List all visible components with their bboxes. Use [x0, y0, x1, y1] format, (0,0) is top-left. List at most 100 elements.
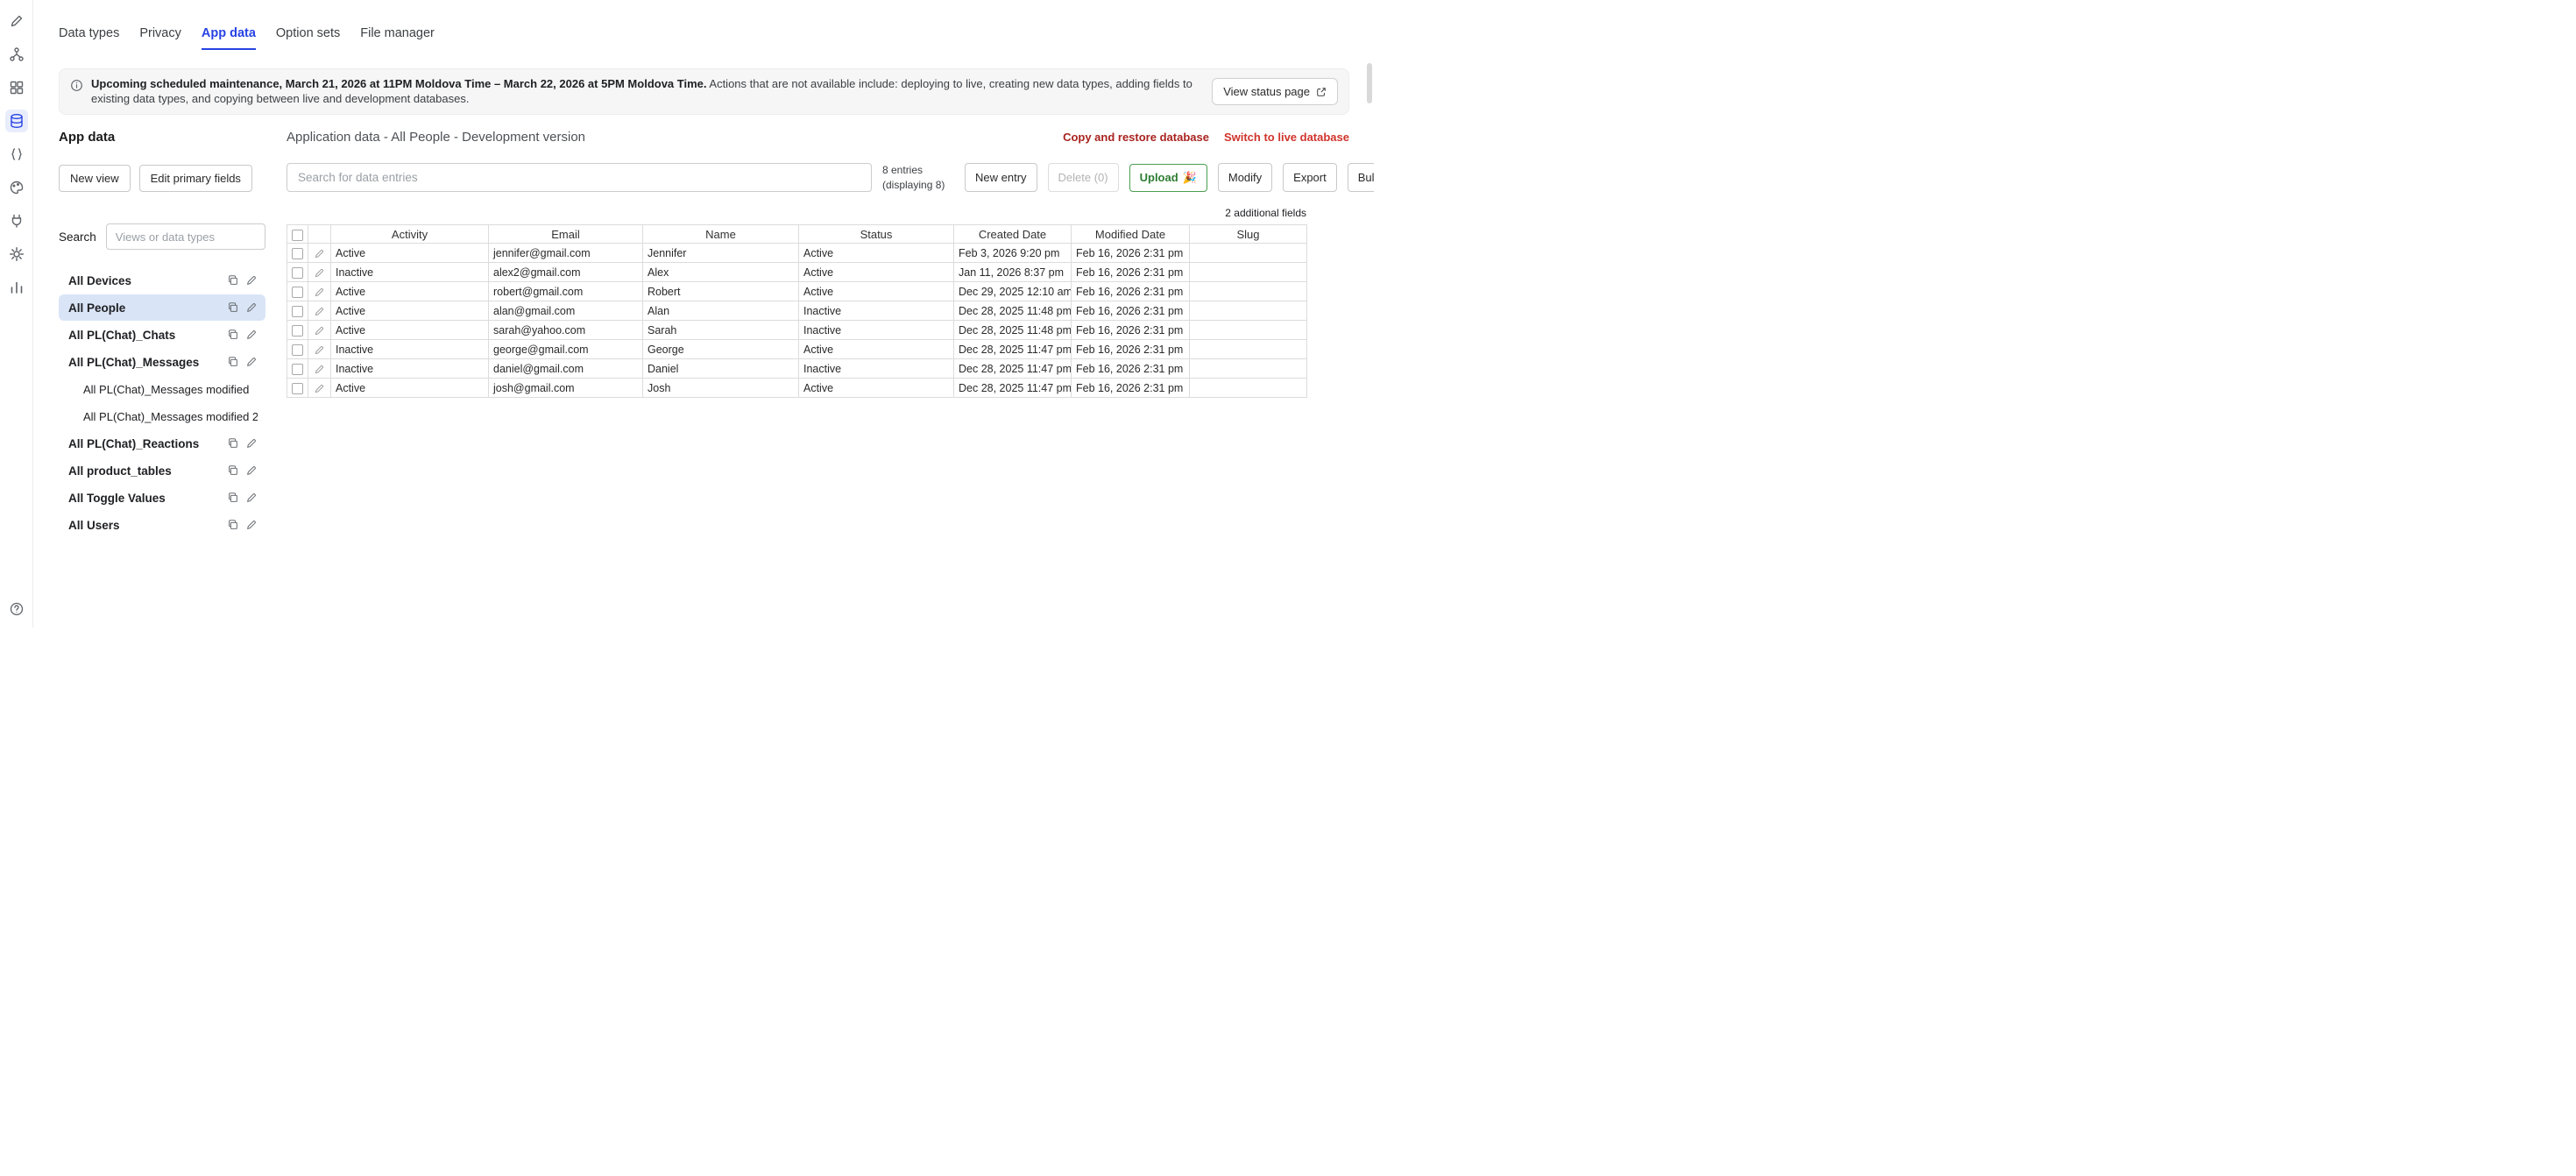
- copy-view-icon[interactable]: [227, 301, 239, 314]
- cell-created-date[interactable]: Dec 28, 2025 11:48 pm: [954, 301, 1072, 321]
- cell-email[interactable]: daniel@gmail.com: [489, 359, 643, 379]
- sidebar-view-all-devices[interactable]: All Devices: [59, 267, 265, 294]
- cell-activity[interactable]: Inactive: [331, 359, 489, 379]
- edit-row-icon[interactable]: [314, 344, 325, 356]
- copy-view-icon[interactable]: [227, 437, 239, 450]
- sidebar-view-all-toggle-values[interactable]: All Toggle Values: [59, 485, 265, 511]
- cell-created-date[interactable]: Dec 28, 2025 11:47 pm: [954, 340, 1072, 359]
- copy-view-icon[interactable]: [227, 492, 239, 504]
- copy-restore-database-link[interactable]: Copy and restore database: [1063, 131, 1209, 144]
- cell-activity[interactable]: Inactive: [331, 263, 489, 282]
- cell-created-date[interactable]: Dec 28, 2025 11:48 pm: [954, 321, 1072, 340]
- export-button[interactable]: Export: [1283, 163, 1337, 192]
- cell-created-date[interactable]: Feb 3, 2026 9:20 pm: [954, 244, 1072, 263]
- tab-option-sets[interactable]: Option sets: [276, 26, 340, 50]
- edit-view-icon[interactable]: [245, 519, 258, 531]
- row-checkbox[interactable]: [292, 364, 303, 375]
- scrollbar[interactable]: [1367, 63, 1372, 103]
- data-icon[interactable]: [5, 110, 28, 132]
- cell-slug[interactable]: [1190, 321, 1307, 340]
- cell-name[interactable]: Alex: [643, 263, 799, 282]
- cell-modified-date[interactable]: Feb 16, 2026 2:31 pm: [1072, 244, 1190, 263]
- code-icon[interactable]: [5, 143, 28, 166]
- edit-view-icon[interactable]: [245, 492, 258, 504]
- sidebar-view-all-pl-chat-reactions[interactable]: All PL(Chat)_Reactions: [59, 430, 265, 457]
- row-checkbox[interactable]: [292, 306, 303, 317]
- row-checkbox[interactable]: [292, 248, 303, 259]
- edit-view-icon[interactable]: [245, 301, 258, 314]
- cell-email[interactable]: josh@gmail.com: [489, 379, 643, 398]
- cell-name[interactable]: Sarah: [643, 321, 799, 340]
- cell-activity[interactable]: Active: [331, 301, 489, 321]
- modify-button[interactable]: Modify: [1218, 163, 1272, 192]
- cell-email[interactable]: alex2@gmail.com: [489, 263, 643, 282]
- sidebar-view-all-users[interactable]: All Users: [59, 512, 265, 538]
- row-checkbox[interactable]: [292, 267, 303, 279]
- cell-created-date[interactable]: Dec 28, 2025 11:47 pm: [954, 379, 1072, 398]
- entries-search-input[interactable]: [287, 163, 872, 192]
- cell-created-date[interactable]: Dec 29, 2025 12:10 am: [954, 282, 1072, 301]
- cell-slug[interactable]: [1190, 244, 1307, 263]
- cell-status[interactable]: Active: [799, 282, 954, 301]
- edit-row-icon[interactable]: [314, 287, 325, 298]
- cell-modified-date[interactable]: Feb 16, 2026 2:31 pm: [1072, 359, 1190, 379]
- cell-created-date[interactable]: Jan 11, 2026 8:37 pm: [954, 263, 1072, 282]
- help-icon[interactable]: [5, 598, 28, 620]
- sidebar-view-all-product-tables[interactable]: All product_tables: [59, 457, 265, 484]
- cell-modified-date[interactable]: Feb 16, 2026 2:31 pm: [1072, 282, 1190, 301]
- cell-slug[interactable]: [1190, 301, 1307, 321]
- logs-icon[interactable]: [5, 276, 28, 299]
- cell-name[interactable]: Robert: [643, 282, 799, 301]
- bulk-button[interactable]: Bulk: [1348, 163, 1374, 192]
- cell-slug[interactable]: [1190, 379, 1307, 398]
- cell-email[interactable]: sarah@yahoo.com: [489, 321, 643, 340]
- tab-data-types[interactable]: Data types: [59, 26, 119, 50]
- cell-slug[interactable]: [1190, 263, 1307, 282]
- settings-icon[interactable]: [5, 243, 28, 266]
- cell-name[interactable]: George: [643, 340, 799, 359]
- edit-view-icon[interactable]: [245, 437, 258, 450]
- cell-modified-date[interactable]: Feb 16, 2026 2:31 pm: [1072, 340, 1190, 359]
- cell-created-date[interactable]: Dec 28, 2025 11:47 pm: [954, 359, 1072, 379]
- new-view-button[interactable]: New view: [59, 165, 131, 192]
- cell-slug[interactable]: [1190, 282, 1307, 301]
- cell-status[interactable]: Inactive: [799, 359, 954, 379]
- cell-activity[interactable]: Active: [331, 282, 489, 301]
- edit-view-icon[interactable]: [245, 356, 258, 368]
- edit-primary-fields-button[interactable]: Edit primary fields: [139, 165, 252, 192]
- cell-email[interactable]: robert@gmail.com: [489, 282, 643, 301]
- cell-activity[interactable]: Active: [331, 379, 489, 398]
- cell-name[interactable]: Daniel: [643, 359, 799, 379]
- views-search-input[interactable]: [106, 223, 265, 250]
- cell-email[interactable]: george@gmail.com: [489, 340, 643, 359]
- new-entry-button[interactable]: New entry: [965, 163, 1037, 192]
- delete-button[interactable]: Delete (0): [1048, 163, 1119, 192]
- copy-view-icon[interactable]: [227, 274, 239, 287]
- edit-row-icon[interactable]: [314, 364, 325, 375]
- cell-status[interactable]: Active: [799, 244, 954, 263]
- copy-view-icon[interactable]: [227, 519, 239, 531]
- cell-modified-date[interactable]: Feb 16, 2026 2:31 pm: [1072, 321, 1190, 340]
- styles-icon[interactable]: [5, 176, 28, 199]
- edit-view-icon[interactable]: [245, 329, 258, 341]
- cell-status[interactable]: Active: [799, 263, 954, 282]
- sidebar-view-all-pl-chat-messages[interactable]: All PL(Chat)_Messages: [59, 349, 265, 375]
- row-checkbox[interactable]: [292, 325, 303, 337]
- copy-view-icon[interactable]: [227, 329, 239, 341]
- tab-file-manager[interactable]: File manager: [360, 26, 435, 50]
- cell-status[interactable]: Inactive: [799, 321, 954, 340]
- cell-status[interactable]: Active: [799, 340, 954, 359]
- design-icon[interactable]: [5, 10, 28, 32]
- copy-view-icon[interactable]: [227, 464, 239, 477]
- edit-row-icon[interactable]: [314, 383, 325, 394]
- cell-slug[interactable]: [1190, 359, 1307, 379]
- sidebar-view-all-pl-chat-messages-modified-2[interactable]: All PL(Chat)_Messages modified 2: [59, 403, 265, 429]
- upload-button[interactable]: Upload 🎉: [1129, 164, 1207, 192]
- plugins-icon[interactable]: [5, 209, 28, 232]
- edit-row-icon[interactable]: [314, 248, 325, 259]
- cell-modified-date[interactable]: Feb 16, 2026 2:31 pm: [1072, 301, 1190, 321]
- tab-app-data[interactable]: App data: [202, 26, 256, 50]
- edit-row-icon[interactable]: [314, 267, 325, 279]
- edit-view-icon[interactable]: [245, 464, 258, 477]
- edit-row-icon[interactable]: [314, 325, 325, 337]
